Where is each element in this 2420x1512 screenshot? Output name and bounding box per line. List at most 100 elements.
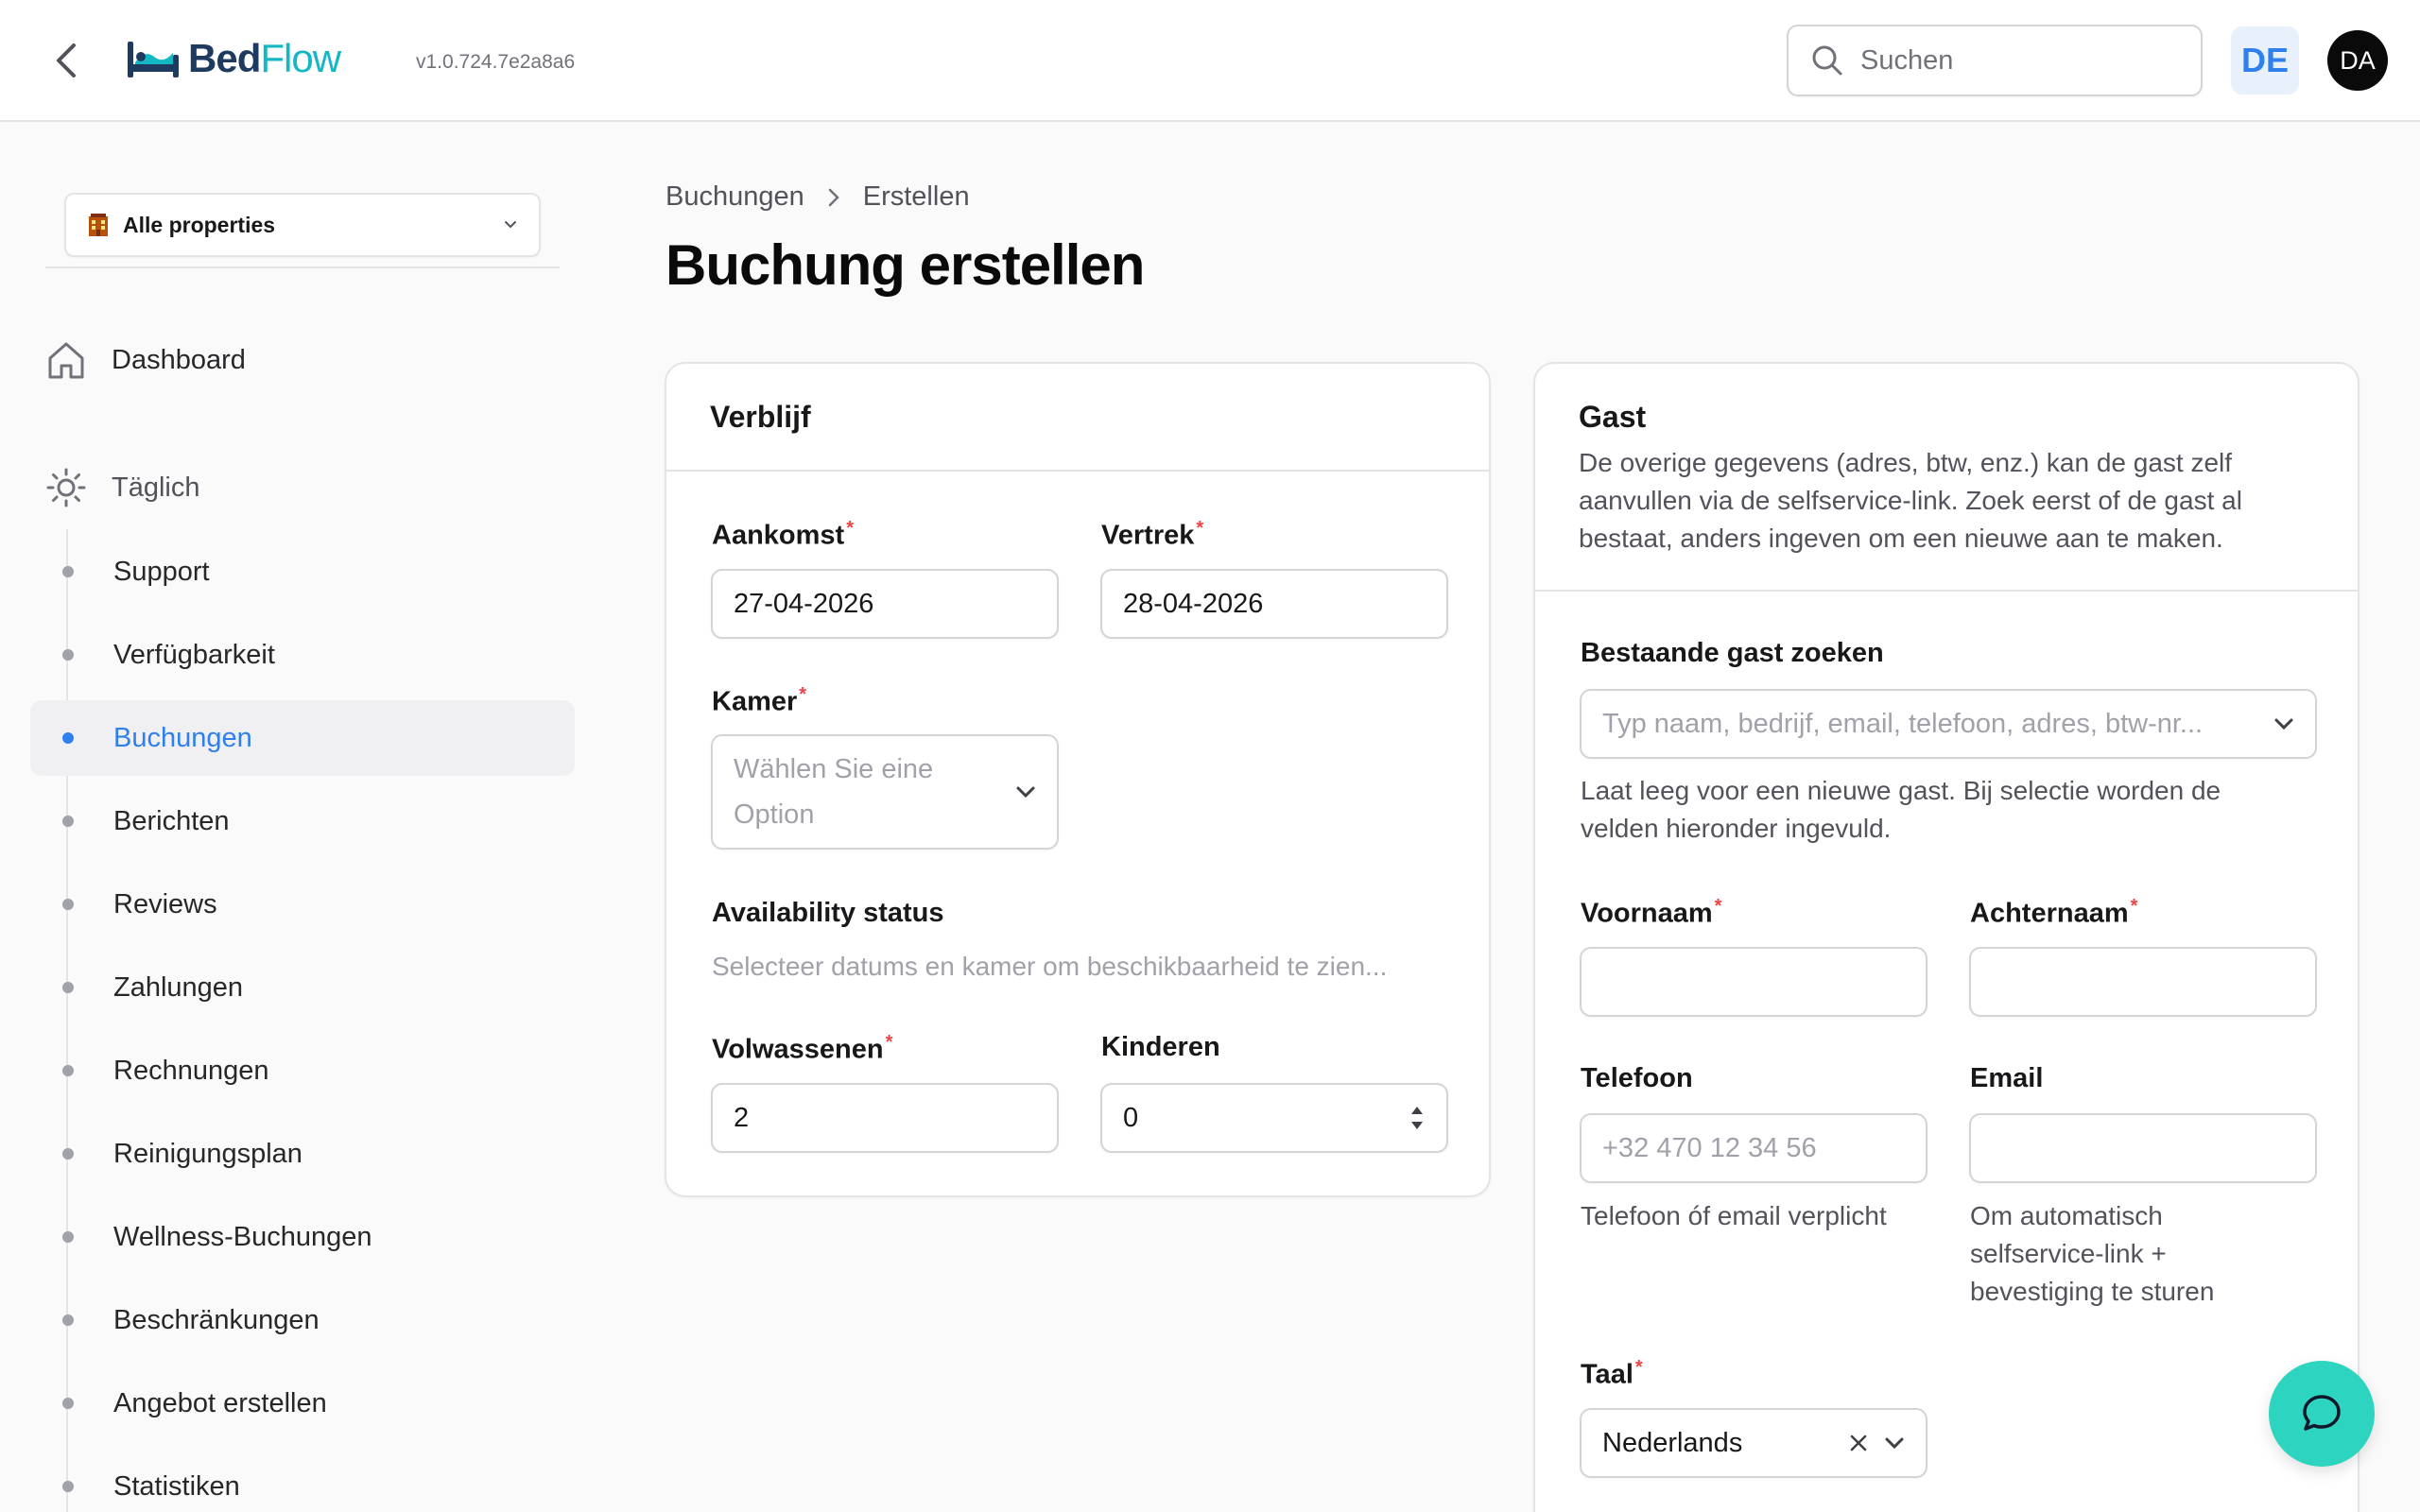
- back-button[interactable]: [45, 38, 87, 83]
- phone-help: Telefoon óf email verplicht: [1581, 1201, 1887, 1230]
- nav-bullet: [62, 566, 74, 577]
- language-switcher[interactable]: DE: [2231, 26, 2299, 94]
- firstname-field[interactable]: [1580, 947, 1927, 1017]
- language-select-controls: [1848, 1433, 1905, 1453]
- nav-bullet: [62, 1314, 74, 1326]
- sidebar-item-restrictions[interactable]: Beschränkungen: [30, 1282, 575, 1358]
- sidebar-item-label: Angebot erstellen: [113, 1387, 327, 1418]
- departure-label: Vertrek *: [1101, 518, 1204, 551]
- sidebar-item-bookings[interactable]: Buchungen: [30, 700, 575, 776]
- sidebar-divider: [45, 266, 560, 268]
- lastname-label: Achternaam *: [1970, 896, 2138, 929]
- sidebar-item-label: Berichten: [113, 805, 230, 836]
- sidebar-item-availability[interactable]: Verfügbarkeit: [30, 617, 575, 693]
- sidebar-item-invoices[interactable]: Rechnungen: [30, 1033, 575, 1108]
- phone-field[interactable]: +32 470 12 34 56: [1580, 1113, 1927, 1183]
- stay-card: Verblijf Aankomst * 27-04-2026 Vertrek * 2…: [665, 362, 1491, 1197]
- sun-icon: [46, 468, 86, 507]
- guest-card: Gast De overige gegevens (adres, btw, en…: [1533, 362, 2360, 1512]
- property-select[interactable]: Alle properties: [64, 193, 541, 257]
- children-label: Kinderen: [1101, 1032, 1220, 1062]
- nav-bullet: [62, 1148, 74, 1160]
- nav-bullet: [62, 1481, 74, 1492]
- sidebar-item-dashboard[interactable]: Dashboard: [45, 335, 246, 385]
- existing-guest-select[interactable]: Typ naam, bedrijf, email, telefoon, adre…: [1580, 689, 2317, 759]
- stay-card-header: Verblijf: [666, 364, 1489, 472]
- room-label: Kamer *: [712, 684, 807, 717]
- sidebar-item-payments[interactable]: Zahlungen: [30, 950, 575, 1025]
- hotel-icon: [89, 214, 108, 236]
- breadcrumb-current: Erstellen: [862, 181, 970, 212]
- search-icon: [1812, 45, 1842, 76]
- language-select[interactable]: Nederlands: [1580, 1408, 1927, 1478]
- nav-bullet: [62, 732, 74, 744]
- departure-date-field[interactable]: 28-04-2026: [1100, 569, 1448, 639]
- sidebar-item-cleaning[interactable]: Reinigungsplan: [30, 1116, 575, 1192]
- email-field[interactable]: [1969, 1113, 2317, 1183]
- room-select-placeholder: Wählen Sie eine Option: [734, 754, 934, 830]
- search-box[interactable]: [1787, 25, 2203, 96]
- guest-card-description: De overige gegevens (adres, btw, enz.) k…: [1579, 448, 2242, 553]
- sidebar-item-label: Beschränkungen: [113, 1304, 320, 1335]
- sidebar-item-support[interactable]: Support: [30, 534, 575, 610]
- sidebar-item-messages[interactable]: Berichten: [30, 783, 575, 859]
- sidebar-item-label: Verfügbarkeit: [113, 639, 275, 670]
- arrival-label: Aankomst *: [712, 518, 854, 551]
- nav-bullet: [62, 1065, 74, 1076]
- sidebar-item-label: Statistiken: [113, 1470, 240, 1502]
- nav-bullet: [62, 816, 74, 827]
- lastname-field[interactable]: [1969, 947, 2317, 1017]
- adults-label: Volwassenen *: [712, 1032, 893, 1065]
- sidebar-item-label: Buchungen: [113, 722, 252, 753]
- language-label: Taal *: [1581, 1357, 1643, 1390]
- breadcrumb: Buchungen Erstellen: [666, 181, 970, 213]
- clear-icon[interactable]: [1848, 1433, 1869, 1453]
- nav-bullet: [62, 982, 74, 993]
- stepper-arrows-icon[interactable]: [1409, 1099, 1426, 1137]
- firstname-label: Voornaam *: [1581, 896, 1722, 929]
- version-label: v1.0.724.7e2a8a6: [416, 51, 576, 73]
- sidebar-group-daily[interactable]: Täglich: [45, 463, 200, 512]
- page-title: Buchung erstellen: [666, 233, 1145, 297]
- brand-logo[interactable]: BedFlow: [126, 34, 341, 83]
- stay-card-title: Verblijf: [710, 399, 811, 434]
- chevron-down-icon: [505, 221, 516, 229]
- home-icon: [48, 342, 84, 379]
- children-stepper[interactable]: 0: [1100, 1083, 1448, 1153]
- sidebar-item-wellness[interactable]: Wellness-Buchungen: [30, 1199, 575, 1275]
- sidebar-item-statistics[interactable]: Statistiken: [30, 1449, 575, 1512]
- chevron-down-icon: [2274, 718, 2293, 730]
- property-select-label: Alle properties: [123, 212, 276, 237]
- top-bar: BedFlow v1.0.724.7e2a8a6 DE DA: [0, 0, 2420, 122]
- existing-guest-label: Bestaande gast zoeken: [1581, 638, 1884, 668]
- nav-bullet: [62, 1231, 74, 1243]
- phone-label: Telefoon: [1581, 1063, 1693, 1093]
- sidebar-item-quote[interactable]: Angebot erstellen: [30, 1366, 575, 1441]
- chat-button[interactable]: [2269, 1361, 2375, 1467]
- availability-label: Availability status: [712, 898, 944, 928]
- bed-icon: [128, 42, 179, 77]
- sidebar-group-label: Täglich: [112, 472, 200, 503]
- user-avatar[interactable]: DA: [2327, 30, 2388, 91]
- nav-bullet: [62, 899, 74, 910]
- room-select[interactable]: Wählen Sie eine Option: [711, 734, 1059, 850]
- sidebar-item-label: Wellness-Buchungen: [113, 1221, 372, 1252]
- arrival-date-field[interactable]: 27-04-2026: [711, 569, 1059, 639]
- search-input[interactable]: [1860, 44, 2163, 77]
- guest-card-title: Gast: [1579, 400, 1647, 434]
- sidebar-item-reviews[interactable]: Reviews: [30, 867, 575, 942]
- nav-bullet: [62, 649, 74, 661]
- guest-card-header: Gast De overige gegevens (adres, btw, en…: [1535, 364, 2358, 592]
- sidebar-item-label: Reviews: [113, 888, 217, 919]
- existing-guest-placeholder: Typ naam, bedrijf, email, telefoon, adre…: [1602, 708, 2204, 739]
- sidebar-item-label: Reinigungsplan: [113, 1138, 302, 1169]
- email-help: Om automatisch selfservice-link + bevestig…: [1970, 1201, 2215, 1306]
- children-value: 0: [1123, 1102, 1139, 1133]
- chevron-right-icon: [828, 188, 839, 206]
- breadcrumb-parent[interactable]: Buchungen: [666, 181, 804, 213]
- availability-status-text: Selecteer datums en kamer om beschikbaar…: [712, 952, 1388, 981]
- sidebar-item-label: Zahlungen: [113, 971, 244, 1003]
- brand-name: BedFlow: [188, 36, 341, 80]
- adults-input[interactable]: 2: [711, 1083, 1059, 1153]
- sidebar-item-label: Support: [113, 556, 210, 587]
